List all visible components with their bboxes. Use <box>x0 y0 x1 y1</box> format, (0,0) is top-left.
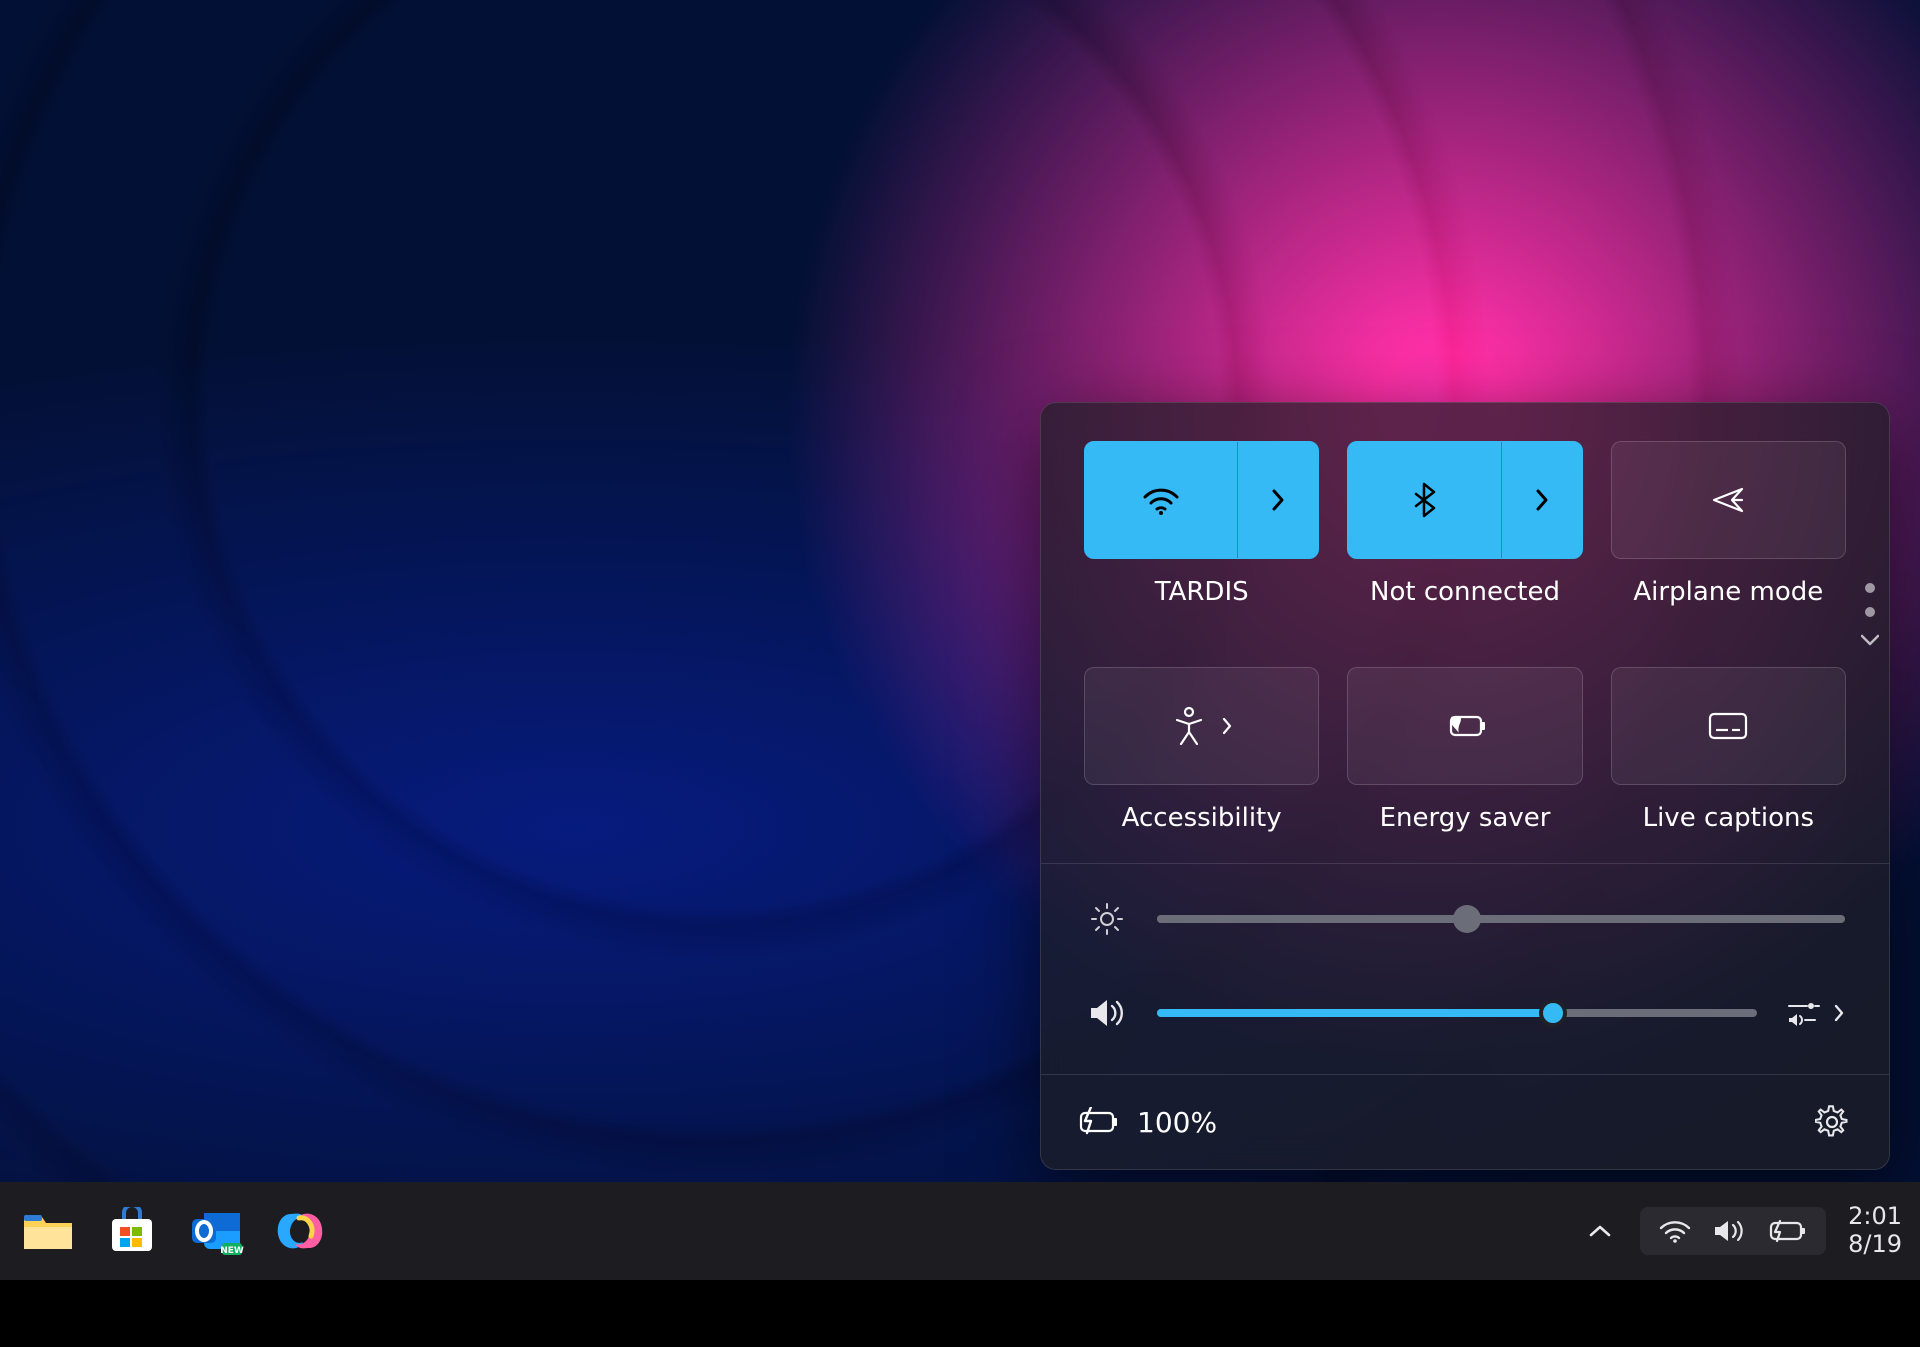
battery-charging-icon <box>1075 1107 1121 1137</box>
svg-text:NEW: NEW <box>220 1246 244 1255</box>
battery-percent-label: 100% <box>1137 1106 1217 1139</box>
dot-icon <box>1865 607 1875 617</box>
bluetooth-icon <box>1412 482 1436 518</box>
taskbar-clock[interactable]: 2:01 8/19 <box>1848 1203 1902 1258</box>
tray-overflow-button[interactable] <box>1582 1217 1618 1245</box>
accessibility-icon <box>1171 706 1207 746</box>
wifi-tile[interactable] <box>1084 441 1319 559</box>
taskbar-app-icons: NEW <box>18 1201 330 1261</box>
wifi-tile-wrap: TARDIS <box>1085 441 1318 607</box>
captions-icon <box>1706 710 1750 742</box>
energy-saver-tile[interactable] <box>1347 667 1582 785</box>
volume-row <box>1085 996 1845 1030</box>
gear-icon <box>1815 1105 1849 1139</box>
live-captions-tile[interactable] <box>1611 667 1846 785</box>
bluetooth-tile[interactable] <box>1347 441 1582 559</box>
wifi-toggle-button[interactable] <box>1085 485 1237 515</box>
chevron-up-icon <box>1588 1223 1612 1239</box>
bluetooth-tile-wrap: Not connected <box>1348 441 1581 607</box>
brightness-row <box>1085 902 1845 936</box>
airplane-icon <box>1708 483 1748 517</box>
taskbar: NEW 2:01 8/19 <box>0 1182 1920 1280</box>
brightness-icon <box>1085 902 1129 936</box>
airplane-label: Airplane mode <box>1633 577 1823 607</box>
copilot-app[interactable] <box>270 1201 330 1261</box>
system-tray-group[interactable] <box>1640 1207 1826 1255</box>
battery-icon <box>1768 1219 1808 1243</box>
energy-label: Energy saver <box>1380 803 1551 833</box>
energy-saver-icon <box>1443 711 1487 741</box>
airplane-tile-wrap: Airplane mode <box>1612 441 1845 607</box>
battery-status[interactable]: 100% <box>1075 1106 1217 1139</box>
bluetooth-label: Not connected <box>1370 577 1560 607</box>
captions-label: Live captions <box>1643 803 1814 833</box>
taskbar-right: 2:01 8/19 <box>1582 1203 1902 1258</box>
chevron-down-icon <box>1861 631 1879 650</box>
bluetooth-toggle-button[interactable] <box>1348 482 1500 518</box>
quick-settings-panel: TARDIS <box>1040 402 1890 1170</box>
dot-icon <box>1865 583 1875 593</box>
accessibility-tile-wrap: Accessibility <box>1085 667 1318 833</box>
chevron-right-icon[interactable] <box>1833 1003 1845 1023</box>
audio-output-button[interactable] <box>1785 998 1823 1028</box>
panel-bottom-row: 100% <box>1041 1075 1889 1169</box>
tile-row: TARDIS <box>1085 441 1845 607</box>
accessibility-label: Accessibility <box>1122 803 1282 833</box>
panel-scroll-indicator[interactable] <box>1861 583 1879 650</box>
chevron-right-icon <box>1271 488 1285 512</box>
wifi-label: TARDIS <box>1155 577 1249 607</box>
energy-tile-wrap: Energy saver <box>1348 667 1581 833</box>
settings-button[interactable] <box>1809 1099 1855 1145</box>
volume-icon <box>1085 996 1129 1030</box>
outlook-app[interactable]: NEW <box>186 1201 246 1261</box>
chevron-right-icon <box>1221 716 1233 736</box>
chevron-right-icon <box>1535 488 1549 512</box>
wifi-icon <box>1658 1218 1692 1244</box>
volume-slider[interactable] <box>1157 1001 1757 1025</box>
bluetooth-expand-button[interactable] <box>1501 442 1582 558</box>
brightness-slider[interactable] <box>1157 907 1845 931</box>
wifi-icon <box>1141 485 1181 515</box>
wifi-expand-button[interactable] <box>1237 442 1318 558</box>
file-explorer-app[interactable] <box>18 1201 78 1261</box>
sliders-section <box>1041 864 1889 1075</box>
clock-time: 2:01 <box>1848 1203 1902 1231</box>
tile-row: Accessibility Energy saver <box>1085 667 1845 833</box>
volume-icon <box>1712 1217 1748 1245</box>
captions-tile-wrap: Live captions <box>1612 667 1845 833</box>
clock-date: 8/19 <box>1848 1231 1902 1259</box>
accessibility-tile[interactable] <box>1084 667 1319 785</box>
quick-settings-tiles: TARDIS <box>1041 403 1889 864</box>
airplane-mode-tile[interactable] <box>1611 441 1846 559</box>
microsoft-store-app[interactable] <box>102 1201 162 1261</box>
